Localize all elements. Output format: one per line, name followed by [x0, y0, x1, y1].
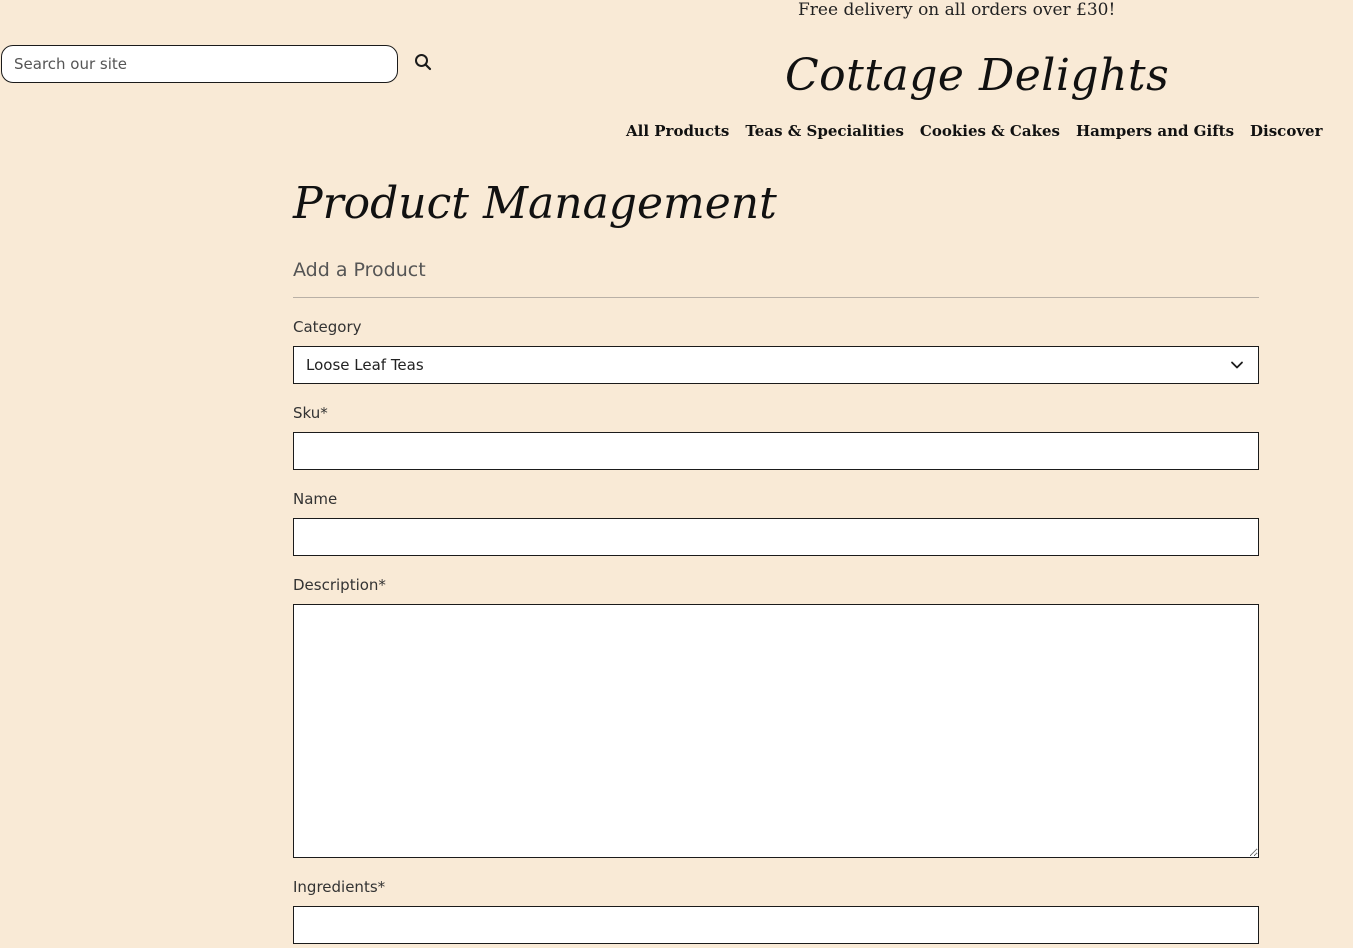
description-field[interactable]	[294, 605, 1258, 857]
main-nav: All Products Teas & Specialities Cookies…	[626, 120, 1322, 142]
description-field-wrap	[293, 604, 1259, 858]
chevron-down-icon	[1230, 358, 1244, 372]
sku-field-wrap	[293, 432, 1259, 470]
category-selected-value: Loose Leaf Teas	[306, 356, 424, 374]
ingredients-field[interactable]	[294, 907, 1258, 943]
sku-field[interactable]	[294, 433, 1258, 469]
form-subtitle: Add a Product	[293, 259, 426, 281]
description-label: Description*	[293, 576, 386, 594]
ingredients-field-wrap	[293, 906, 1259, 944]
name-field[interactable]	[294, 519, 1258, 555]
search-button[interactable]	[412, 53, 434, 75]
nav-item-all-products[interactable]: All Products	[626, 120, 729, 142]
nav-item-teas-specialities[interactable]: Teas & Specialities	[745, 120, 904, 142]
site-logo[interactable]: Cottage Delights	[785, 46, 1169, 106]
category-select[interactable]: Loose Leaf Teas	[293, 346, 1259, 384]
category-label: Category	[293, 318, 362, 336]
ingredients-label: Ingredients*	[293, 878, 386, 896]
search-box[interactable]	[1, 45, 398, 83]
nav-item-cookies-cakes[interactable]: Cookies & Cakes	[920, 120, 1060, 142]
nav-item-discover[interactable]: Discover	[1250, 120, 1322, 142]
search-icon	[414, 53, 432, 76]
divider	[293, 297, 1259, 298]
name-field-wrap	[293, 518, 1259, 556]
search-input[interactable]	[2, 46, 396, 82]
nav-item-hampers-gifts[interactable]: Hampers and Gifts	[1076, 120, 1234, 142]
page-title: Product Management	[293, 178, 777, 229]
sku-label: Sku*	[293, 404, 328, 422]
name-label: Name	[293, 490, 338, 508]
promo-banner: Free delivery on all orders over £30!	[798, 0, 1116, 20]
